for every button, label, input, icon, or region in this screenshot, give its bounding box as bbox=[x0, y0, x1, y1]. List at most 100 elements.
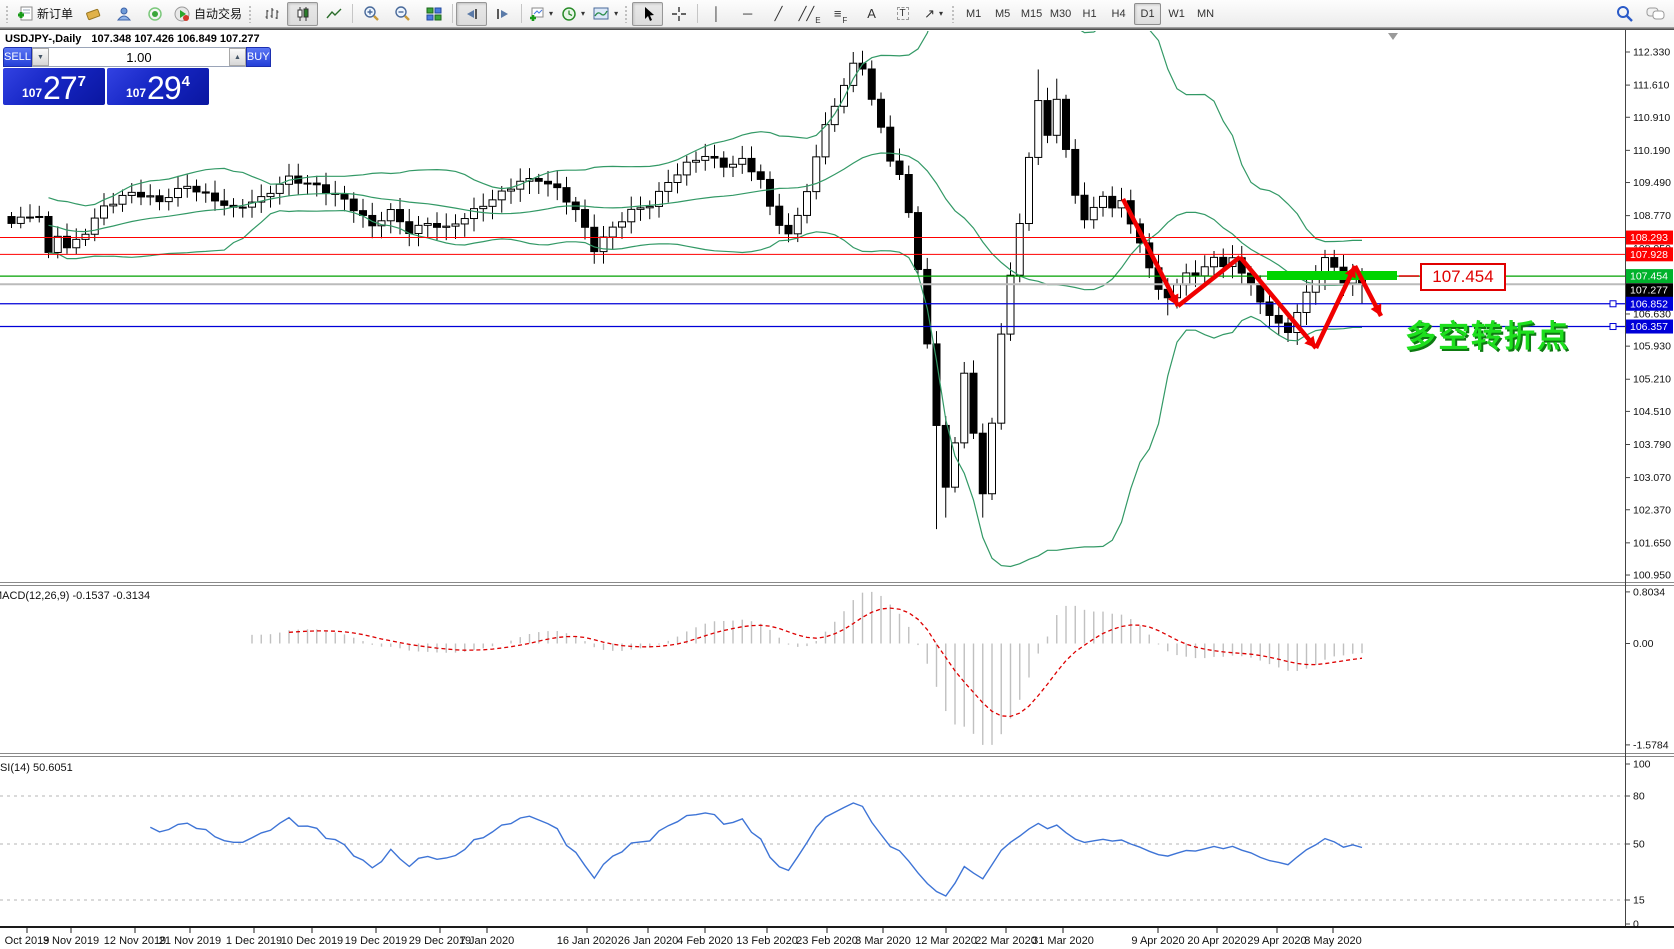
chart-shift-button[interactable] bbox=[487, 2, 518, 26]
cursor-button[interactable] bbox=[632, 2, 663, 26]
tile-windows-button[interactable] bbox=[418, 2, 449, 26]
equidistant-channel-button[interactable]: ╱╱ E bbox=[794, 2, 825, 26]
annotation-text[interactable]: 多空转折点 bbox=[1405, 311, 1570, 356]
ohlc-values: 107.348 107.426 106.849 107.277 bbox=[91, 33, 259, 45]
price-shift-marker[interactable] bbox=[1388, 33, 1398, 40]
svg-text:80: 80 bbox=[1633, 791, 1645, 803]
search-button[interactable] bbox=[1609, 2, 1640, 26]
tab-timeframe-w1[interactable]: W1 bbox=[1163, 3, 1190, 25]
crosshair-button[interactable] bbox=[663, 2, 694, 26]
toolbar-grip[interactable] bbox=[951, 5, 955, 23]
chat-button[interactable] bbox=[1640, 2, 1671, 26]
new-chart-icon bbox=[529, 6, 545, 22]
svg-text:110.910: 110.910 bbox=[1633, 112, 1670, 124]
chart-shift-icon bbox=[495, 6, 511, 22]
autotrade-button[interactable]: 自动交易 bbox=[170, 2, 246, 26]
tab-timeframe-m30[interactable]: M30 bbox=[1047, 3, 1074, 25]
vertical-line-button[interactable]: │ bbox=[701, 2, 732, 26]
macd-panel bbox=[252, 592, 1362, 745]
svg-text:108.293: 108.293 bbox=[1630, 232, 1668, 244]
bar-chart-button[interactable] bbox=[256, 2, 287, 26]
sell-button[interactable]: SELL bbox=[3, 47, 32, 67]
autotrade-label: 自动交易 bbox=[194, 5, 242, 22]
template-image-icon bbox=[593, 6, 610, 22]
volume-increase-button[interactable]: ▲ bbox=[229, 48, 246, 66]
candlestick-chart-icon bbox=[295, 6, 311, 22]
bar-chart-icon bbox=[264, 6, 280, 22]
tab-timeframe-mn[interactable]: MN bbox=[1192, 3, 1219, 25]
svg-text:RSI(14) 50.6051: RSI(14) 50.6051 bbox=[0, 762, 73, 774]
svg-text:107.454: 107.454 bbox=[1630, 271, 1668, 283]
price-callout[interactable]: 107.454 bbox=[1420, 263, 1506, 291]
fibonacci-button[interactable]: ≡ F bbox=[825, 2, 856, 26]
line-handle[interactable] bbox=[1610, 324, 1616, 330]
buy-price-base: 107 bbox=[126, 86, 146, 100]
zoom-in-icon bbox=[363, 5, 380, 22]
zoom-in-button[interactable] bbox=[356, 2, 387, 26]
tab-timeframe-d1[interactable]: D1 bbox=[1134, 3, 1161, 25]
clock-icon bbox=[561, 6, 577, 22]
tile-windows-icon bbox=[426, 6, 442, 22]
tab-timeframe-m15[interactable]: M15 bbox=[1018, 3, 1045, 25]
volume-decrease-button[interactable]: ▼ bbox=[32, 48, 49, 66]
text-button[interactable]: A bbox=[856, 2, 887, 26]
trendline-button[interactable]: ╱ bbox=[763, 2, 794, 26]
svg-text:110.190: 110.190 bbox=[1633, 145, 1670, 157]
timeframe-group: M1M5M15M30H1H4D1W1MN bbox=[959, 3, 1220, 25]
new-chart-button[interactable] bbox=[525, 2, 557, 26]
svg-text:12 Mar 2020: 12 Mar 2020 bbox=[915, 935, 977, 947]
volume-input[interactable] bbox=[49, 48, 229, 66]
tab-timeframe-h4[interactable]: H4 bbox=[1105, 3, 1132, 25]
horizontal-line-button[interactable]: ─ bbox=[732, 2, 763, 26]
history-center-button[interactable] bbox=[77, 2, 108, 26]
new-order-button[interactable]: 新订单 bbox=[13, 2, 77, 26]
toolbar-grip[interactable] bbox=[5, 5, 9, 23]
tab-timeframe-m1[interactable]: M1 bbox=[960, 3, 987, 25]
svg-text:-1.5784: -1.5784 bbox=[1633, 739, 1669, 751]
line-chart-button[interactable] bbox=[318, 2, 349, 26]
auto-scroll-button[interactable] bbox=[456, 2, 487, 26]
crosshair-icon bbox=[671, 6, 687, 22]
support-band[interactable] bbox=[1267, 271, 1397, 280]
tab-timeframe-m5[interactable]: M5 bbox=[989, 3, 1016, 25]
channel-icon-sub: E bbox=[815, 16, 820, 25]
toolbar-grip[interactable] bbox=[624, 5, 628, 23]
buy-price-panel[interactable]: 107 29 4 bbox=[107, 68, 209, 105]
eraser-icon bbox=[85, 6, 101, 22]
mt4-window: 新订单 自动交易 bbox=[0, 0, 1674, 949]
chart-canvas[interactable]: 112.330111.610110.910110.190109.490108.7… bbox=[0, 0, 1674, 949]
new-order-label: 新订单 bbox=[37, 5, 73, 22]
buy-button[interactable]: BUY bbox=[246, 47, 271, 67]
svg-text:106.852: 106.852 bbox=[1630, 298, 1668, 310]
svg-text:102.370: 102.370 bbox=[1633, 504, 1671, 516]
text-label-button[interactable]: T bbox=[887, 2, 918, 26]
svg-text:0: 0 bbox=[1633, 919, 1639, 931]
line-handle[interactable] bbox=[1610, 301, 1616, 307]
line-chart-icon bbox=[326, 6, 342, 22]
channel-icon: ╱╱ bbox=[799, 7, 815, 20]
zoom-out-button[interactable] bbox=[387, 2, 418, 26]
svg-text:100: 100 bbox=[1633, 759, 1651, 771]
svg-text:107.928: 107.928 bbox=[1630, 249, 1668, 261]
svg-text:104.510: 104.510 bbox=[1633, 406, 1671, 418]
svg-text:22 Mar 2020: 22 Mar 2020 bbox=[975, 935, 1037, 947]
svg-text:0.8034: 0.8034 bbox=[1633, 586, 1665, 598]
rsi-panel bbox=[0, 796, 1625, 900]
templates-button[interactable] bbox=[589, 2, 622, 26]
periods-button[interactable] bbox=[557, 2, 589, 26]
signals-button[interactable] bbox=[139, 2, 170, 26]
svg-text:29 Apr 2020: 29 Apr 2020 bbox=[1247, 935, 1306, 947]
fibonacci-icon-sub: F bbox=[842, 16, 847, 25]
candlestick-series bbox=[8, 51, 1366, 529]
axes: 112.330111.610110.910110.190109.490108.7… bbox=[0, 30, 1674, 947]
arrows-button[interactable]: ↗ bbox=[918, 2, 949, 26]
sell-price-panel[interactable]: 107 27 7 bbox=[3, 68, 105, 105]
tab-timeframe-h1[interactable]: H1 bbox=[1076, 3, 1103, 25]
toolbar-grip[interactable] bbox=[248, 5, 252, 23]
svg-text:16 Jan 2020: 16 Jan 2020 bbox=[557, 935, 618, 947]
svg-text:26 Jan 2020: 26 Jan 2020 bbox=[618, 935, 679, 947]
community-button[interactable] bbox=[108, 2, 139, 26]
candlestick-chart-button[interactable] bbox=[287, 2, 318, 26]
text-label-icon: T bbox=[897, 7, 909, 20]
svg-text:105.930: 105.930 bbox=[1633, 341, 1671, 353]
